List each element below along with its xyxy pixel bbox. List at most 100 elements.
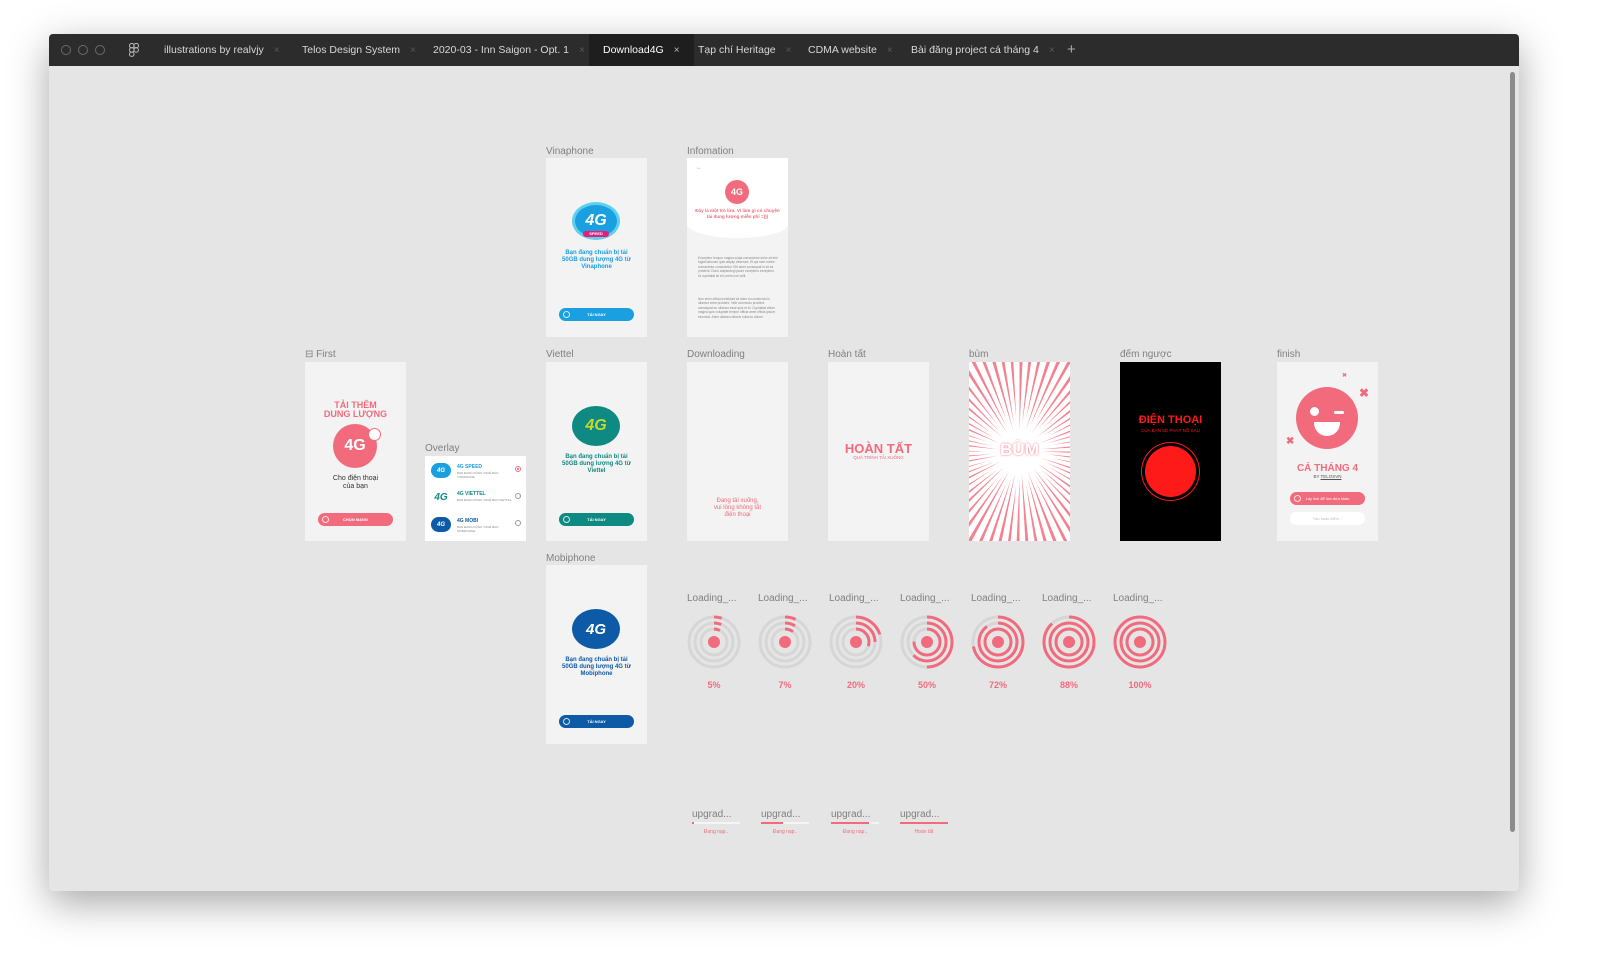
radio-selected[interactable]: [515, 466, 521, 472]
loading-percent: 50%: [917, 680, 936, 690]
tab-label: Download4G: [603, 44, 664, 56]
burst-ray: [969, 422, 995, 439]
overlay-option-viettel[interactable]: 4G 4G VIETTEL BẠN ĐANG DÙNG THUÊ BAO VIE…: [429, 488, 523, 508]
frame-viettel[interactable]: 4G Bạn đang chuẩn bị tải 50GB dung lượng…: [546, 362, 647, 541]
new-tab-button[interactable]: +: [1067, 41, 1076, 58]
upgrade-progress-bar: [692, 822, 740, 824]
mobiphone-download-button[interactable]: TẢI NGAY: [559, 715, 634, 728]
loading-ring-graphic: [758, 615, 812, 669]
upgrade-status-text: Hoàn tất: [914, 829, 934, 835]
frame-label-loading[interactable]: Loading_...: [1042, 593, 1092, 604]
bum-text: BÙM: [1000, 440, 1039, 459]
tab-download4g[interactable]: Download4G ×: [589, 34, 694, 66]
first-subtitle-line-2: của bạn: [343, 483, 368, 490]
frame-vinaphone[interactable]: 4G SPEED Bạn đang chuẩn bị tải 50GB dung…: [546, 158, 647, 337]
loading-percent: 72%: [988, 680, 1007, 690]
overlay-option-vinaphone[interactable]: 4G 4G SPEED BẠN ĐANG DÙNG THUÊ BAO VINAP…: [429, 461, 523, 481]
download-icon: [563, 718, 570, 725]
frame-label-viettel[interactable]: Viettel: [546, 349, 574, 360]
frame-label-first[interactable]: ⊟ First: [305, 349, 336, 360]
tab-heritage[interactable]: Tạp chí Heritage ×: [684, 34, 805, 66]
loading-percent: 100%: [1128, 680, 1152, 690]
vinaphone-logo-icon: 4G: [431, 463, 451, 478]
upgrade-progress-fill: [900, 822, 948, 824]
tab-label: Bài đăng project cá tháng 4: [911, 44, 1039, 56]
frame-label-overlay[interactable]: Overlay: [425, 443, 459, 454]
frame-label-downloading[interactable]: Downloading: [687, 349, 745, 360]
frame-label-loading[interactable]: Loading_...: [1113, 593, 1163, 604]
tab-cdma-website[interactable]: CDMA website ×: [794, 34, 907, 66]
back-arrow-icon[interactable]: ←: [696, 165, 702, 171]
frame-label-information[interactable]: Infomation: [687, 146, 734, 157]
ring-center-dot: [779, 636, 791, 648]
close-tab-icon[interactable]: ×: [579, 45, 585, 56]
close-tab-icon[interactable]: ×: [410, 45, 416, 56]
frame-label-upgrade[interactable]: upgrad...: [831, 809, 870, 820]
frame-label-loading[interactable]: Loading_...: [900, 593, 950, 604]
viettel-download-button[interactable]: TẢI NGAY: [559, 513, 634, 526]
frame-label-vinaphone[interactable]: Vinaphone: [546, 146, 594, 157]
close-tab-icon[interactable]: ×: [274, 45, 280, 56]
frame-label-upgrade[interactable]: upgrad...: [692, 809, 731, 820]
frame-label-bum[interactable]: bùm: [969, 349, 988, 360]
frame-mobiphone[interactable]: 4G Bạn đang chuẩn bị tải 50GB dung lượng…: [546, 565, 647, 744]
tab-label: CDMA website: [808, 44, 877, 56]
tab-telos-design-system[interactable]: Telos Design System ×: [288, 34, 430, 66]
tab-illustrations[interactable]: illustrations by realvjy ×: [150, 34, 294, 66]
frame-label-upgrade[interactable]: upgrad...: [761, 809, 800, 820]
secondary-input[interactable]: Tạo hoặc kiểm...: [1290, 512, 1365, 525]
close-tab-icon[interactable]: ×: [674, 45, 680, 56]
close-tab-icon[interactable]: ×: [786, 45, 792, 56]
frame-label-finish[interactable]: finish: [1277, 349, 1300, 360]
close-tab-icon[interactable]: ×: [887, 45, 893, 56]
upgrade-status-text: Đang nạp..: [703, 829, 729, 835]
frame-label-loading[interactable]: Loading_...: [758, 593, 808, 604]
loading-ring-graphic: [1042, 615, 1096, 669]
figma-logo-icon[interactable]: [129, 43, 139, 57]
loading-percent: 88%: [1059, 680, 1078, 690]
frame-label-countdown[interactable]: đếm ngược: [1120, 349, 1172, 360]
vinaphone-download-button[interactable]: TẢI NGAY: [559, 308, 634, 321]
maximize-window-button[interactable]: [95, 45, 105, 55]
vertical-scrollbar[interactable]: [1510, 72, 1515, 832]
upgrade-progress-bar: [761, 822, 809, 824]
frame-finish[interactable]: ✖ ✖ ✖ CÁ THÁNG 4 BY TELOSVN Lấy link để …: [1277, 362, 1378, 541]
overlay-option-subtitle: BẠN ĐANG DÙNG THUÊ BAO VIETTEL: [457, 498, 512, 502]
countdown-title: ĐIỆN THOẠI: [1138, 414, 1203, 426]
tab-inn-saigon[interactable]: 2020-03 - Inn Saigon - Opt. 1 ×: [419, 34, 599, 66]
radio-unselected[interactable]: [515, 493, 521, 499]
loading-percent: 20%: [846, 680, 865, 690]
frame-downloading[interactable]: Đang tải xuống, vui lòng không tắt điện …: [687, 362, 788, 541]
frame-information[interactable]: ← 4G Đây là một trò lừa. Vì làm gì có ch…: [687, 158, 788, 337]
design-canvas[interactable]: Vinaphone 4G SPEED Bạn đang chuẩn bị tải…: [49, 66, 1519, 891]
frame-bum[interactable]: BÙM: [969, 362, 1070, 541]
frame-label-done[interactable]: Hoàn tất: [828, 349, 866, 360]
frame-countdown[interactable]: ĐIỆN THOẠI CỦA BẠN SẼ PHÁT NỔ SAU: [1120, 362, 1221, 541]
info-paragraph-1: Excepteur tempor magna culpa consectetur…: [698, 256, 778, 278]
tab-ca-thang-4[interactable]: Bài đăng project cá tháng 4 ×: [897, 34, 1069, 66]
frame-overlay[interactable]: 4G 4G SPEED BẠN ĐANG DÙNG THUÊ BAO VINAP…: [425, 456, 526, 541]
winking-face-icon: [1296, 387, 1358, 449]
minimize-window-button[interactable]: [78, 45, 88, 55]
frame-label-loading[interactable]: Loading_...: [829, 593, 879, 604]
vinaphone-description: Bạn đang chuẩn bị tải 50GB dung lượng 4G…: [562, 250, 631, 270]
download-icon: [563, 311, 570, 318]
close-window-button[interactable]: [61, 45, 71, 55]
frame-label-loading[interactable]: Loading_...: [687, 593, 737, 604]
frame-label-mobiphone[interactable]: Mobiphone: [546, 553, 595, 564]
loading-ring-graphic: [687, 615, 741, 669]
frame-label-upgrade[interactable]: upgrad...: [900, 809, 939, 820]
finish-author-link[interactable]: TELOSVN: [1321, 474, 1342, 479]
viettel-4g-logo: 4G: [572, 406, 620, 446]
radio-unselected[interactable]: [515, 520, 521, 526]
choose-network-button[interactable]: CHỌN MẠNG: [318, 513, 393, 526]
overlay-option-title: 4G MOBI: [457, 518, 479, 524]
cross-icon: ✖: [1286, 436, 1295, 447]
frame-first[interactable]: TẢI THÊM DUNG LƯỢNG 4G Cho điện thoại củ…: [305, 362, 406, 541]
frame-done[interactable]: HOÀN TẤT QUÁ TRÌNH TẢI XUỐNG: [828, 362, 929, 541]
countdown-red-circle: [1145, 446, 1196, 497]
overlay-option-mobiphone[interactable]: 4G 4G MOBI BẠN ĐANG DÙNG THUÊ BAO MOBIPH…: [429, 515, 523, 535]
get-link-button[interactable]: Lấy link để lừa đứa khác: [1290, 492, 1365, 505]
close-tab-icon[interactable]: ×: [1049, 45, 1055, 56]
frame-label-loading[interactable]: Loading_...: [971, 593, 1021, 604]
